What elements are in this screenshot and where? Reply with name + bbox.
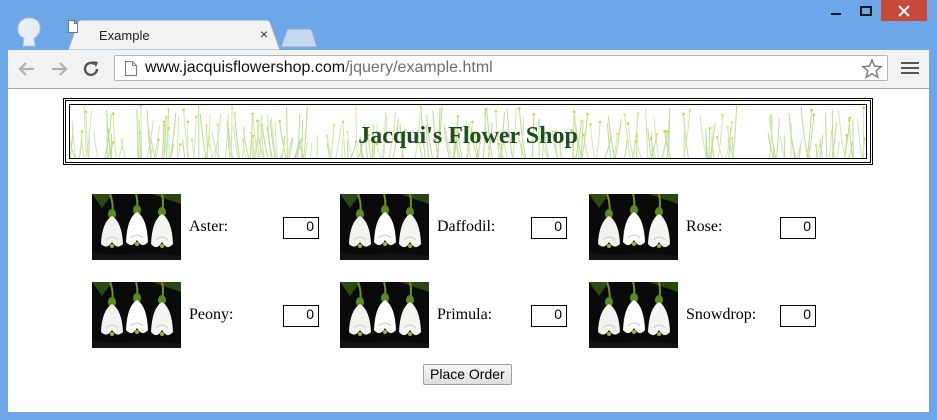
flower-item: Snowdrop: 0 (589, 282, 829, 348)
flower-item: Aster: 0 (92, 194, 332, 260)
close-icon[interactable]: × (256, 26, 272, 42)
url-path: /jquery/example.html (345, 59, 493, 76)
quantity-input[interactable]: 0 (531, 217, 567, 239)
quantity-input[interactable]: 0 (283, 305, 319, 327)
title-bar: Example × (0, 0, 937, 50)
flower-label: Daffodil: (437, 218, 496, 235)
reload-icon[interactable] (80, 58, 102, 80)
flower-item: Primula: 0 (340, 282, 580, 348)
window-controls (821, 0, 927, 24)
minimize-icon[interactable] (821, 0, 851, 21)
flower-item: Peony: 0 (92, 282, 332, 348)
maximize-icon[interactable] (851, 0, 881, 21)
star-icon[interactable] (861, 58, 883, 80)
place-order-button[interactable]: Place Order (423, 364, 512, 385)
user-avatar-icon[interactable] (14, 16, 44, 48)
forward-arrow-icon[interactable] (48, 58, 70, 80)
flower-item: Rose: 0 (589, 194, 829, 260)
address-bar[interactable]: www.jacquisflowershop.com/jquery/example… (114, 55, 888, 81)
shop-banner: Jacqui's Flower Shop (63, 98, 873, 165)
flower-thumbnail (92, 282, 181, 348)
flower-thumbnail (589, 194, 678, 260)
flower-label: Rose: (686, 218, 723, 235)
quantity-input[interactable]: 0 (531, 305, 567, 327)
page-icon (125, 61, 137, 76)
flower-thumbnail (589, 282, 678, 348)
flower-label: Aster: (189, 218, 229, 235)
flower-label: Snowdrop: (686, 306, 757, 323)
flower-thumbnail (340, 282, 429, 348)
quantity-input[interactable]: 0 (780, 217, 816, 239)
flower-label: Peony: (189, 306, 234, 323)
page-viewport: Jacqui's Flower Shop Aster: 0 Daffodil: … (8, 89, 929, 412)
window-close-icon[interactable] (881, 0, 927, 21)
tab-example[interactable]: Example × (68, 20, 280, 50)
browser-window: Example × www.jacquisflowershop.com/jque… (0, 0, 937, 420)
quantity-input[interactable]: 0 (780, 305, 816, 327)
flower-label: Primula: (437, 306, 493, 323)
browser-toolbar: www.jacquisflowershop.com/jquery/example… (8, 50, 929, 89)
url-host: www.jacquisflowershop.com (145, 59, 346, 76)
quantity-input[interactable]: 0 (283, 217, 319, 239)
page-title: Jacqui's Flower Shop (358, 123, 578, 149)
flower-item: Daffodil: 0 (340, 194, 580, 260)
page-icon (68, 20, 78, 33)
new-tab-button[interactable] (279, 28, 319, 48)
tab-title: Example (99, 28, 150, 43)
url-text: www.jacquisflowershop.com/jquery/example… (145, 59, 493, 77)
flower-thumbnail (340, 194, 429, 260)
menu-icon[interactable] (901, 60, 919, 78)
flower-thumbnail (92, 194, 181, 260)
back-arrow-icon[interactable] (16, 58, 38, 80)
